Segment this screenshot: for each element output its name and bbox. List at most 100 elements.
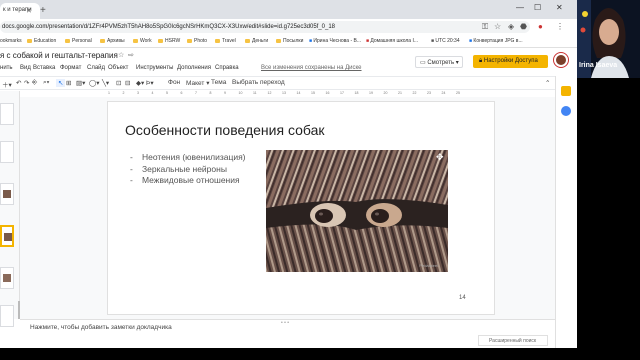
close-icon[interactable]: ✕ (26, 7, 32, 15)
image-icon[interactable]: ▨▾ (76, 79, 85, 87)
ruler-tick: 13 (282, 91, 286, 95)
document-title[interactable]: я с собакой и гештальт-терапия (0, 51, 118, 60)
bookmark-folder[interactable]: Деньги (245, 38, 268, 44)
menu-slide[interactable]: Слайд (87, 65, 105, 71)
move-cursor-icon: ✥ (436, 152, 444, 162)
profile-icon[interactable]: ● (538, 22, 543, 31)
resize-handle-icon[interactable]: • • • (281, 320, 289, 326)
zoom-icon[interactable]: ⌕▾ (43, 79, 49, 87)
bookmark-folder[interactable]: HSRW (158, 38, 180, 44)
folder-icon (276, 38, 281, 43)
slide-title[interactable]: Особенности поведения собак (125, 122, 325, 138)
maximize-icon[interactable]: ☐ (534, 3, 541, 12)
bookmark-folder[interactable]: Travel (215, 38, 236, 44)
share-button[interactable]: 🔒︎ Настройки Доступа (473, 55, 548, 68)
extension-icon[interactable]: ⬣ (520, 22, 527, 31)
minimize-icon[interactable]: — (516, 3, 524, 12)
slide-thumbnail[interactable] (0, 305, 14, 327)
bookmark-folder[interactable]: Personal (65, 38, 92, 44)
ruler-tick: 18 (354, 91, 359, 95)
bookmark-item[interactable]: ■ UTC 20:34 (431, 38, 460, 44)
theme-button[interactable]: Тема (211, 79, 226, 86)
paint-format-icon[interactable]: ⎆ (32, 79, 37, 87)
select-icon[interactable]: ↖ (56, 79, 66, 87)
redo-icon[interactable]: ↷ (24, 79, 29, 87)
textbox-icon[interactable]: ⊞ (66, 79, 71, 87)
bookmark-item[interactable]: ookmarks (0, 38, 22, 44)
bookmark-folder[interactable]: Education (27, 38, 56, 44)
shield-icon[interactable]: ◈ (508, 22, 514, 31)
side-panel (555, 76, 577, 348)
ruler-tick: 14 (296, 91, 301, 95)
bookmark-item[interactable]: ■ Конвертация JPG в... (469, 38, 523, 44)
folder-icon (158, 38, 163, 43)
present-button[interactable]: ▭ Смотреть ▾ (415, 56, 463, 68)
ruler-tick: 4 (151, 91, 154, 95)
ruler-tick: 11 (253, 91, 257, 95)
ruler-tick: 21 (398, 91, 402, 95)
ruler-tick: 8 (209, 91, 212, 95)
ruler-tick: 22 (412, 91, 417, 95)
bookmarks-bar: ookmarks Education Personal Архивы Work … (0, 35, 577, 48)
collapse-icon[interactable]: ⌃ (545, 79, 550, 87)
undo-icon[interactable]: ↶ (16, 79, 21, 87)
ruler-tick: 15 (311, 91, 315, 95)
bullet-list[interactable]: Неотения (ювенилизация) Зеркальные нейро… (130, 152, 246, 187)
folder-icon (100, 38, 105, 43)
comment-icon[interactable]: ⊡ (116, 79, 121, 87)
key-icon[interactable]: ⚿ (482, 22, 488, 32)
slide-thumbnail[interactable] (0, 267, 14, 289)
transition-button[interactable]: Выбрать переход (232, 79, 285, 86)
star-icon[interactable]: ☆ (494, 22, 501, 31)
keep-icon[interactable] (561, 86, 571, 96)
slide[interactable]: Особенности поведения собак Неотения (юв… (108, 102, 494, 314)
menu-format[interactable]: Формат (60, 65, 81, 71)
save-status[interactable]: Все изменения сохранены на Диске (261, 65, 362, 71)
background-icon[interactable]: ⊟ (125, 79, 130, 87)
tab-strip: к и терапи ✕ + — ☐ ✕ (0, 0, 577, 19)
bookmark-item[interactable]: ■ Ирина Чеснова - В... (309, 38, 361, 44)
layout-button[interactable]: Макет ▾ (186, 79, 209, 87)
menu-file[interactable]: нить (0, 65, 13, 71)
new-tab-icon[interactable]: + (40, 5, 46, 16)
menu-addons[interactable]: Дополнения (177, 65, 211, 71)
account-avatar[interactable] (554, 53, 568, 67)
bookmark-item[interactable]: ■ Домашняя школа I... (366, 38, 418, 44)
ruler-tick: 20 (383, 91, 388, 95)
folder-icon (27, 38, 32, 43)
address-bar[interactable]: docs.google.com/presentation/d/1ZFr4PVM5… (0, 21, 530, 33)
speaker-notes[interactable]: • • • Нажмите, чтобы добавить заметки до… (20, 319, 555, 348)
bookmark-folder[interactable]: Посылки (276, 38, 303, 44)
bookmark-folder[interactable]: Work (133, 38, 152, 44)
menu-object[interactable]: Объект (108, 65, 128, 71)
paint-bucket-icon[interactable]: ◆▾ (136, 79, 144, 87)
browser-tab[interactable]: к и терапи ✕ (0, 3, 40, 19)
explore-button[interactable]: Расширенный поиск (478, 335, 548, 346)
slide-thumbnail[interactable] (0, 183, 14, 205)
bullet-item: Неотения (ювенилизация) (130, 152, 246, 164)
tasks-icon[interactable] (561, 106, 571, 116)
bookmark-folder[interactable]: Архивы (100, 38, 125, 44)
screen: к и терапи ✕ + — ☐ ✕ docs.google.com/pre… (0, 0, 640, 360)
text-color-icon[interactable]: Ϸ▾ (146, 79, 154, 87)
more-menu-icon[interactable]: ⋮ (556, 22, 564, 31)
menu-insert[interactable]: Вставка (33, 65, 55, 71)
window-close-icon[interactable]: ✕ (556, 3, 563, 12)
slide-thumbnail[interactable] (0, 141, 14, 163)
menu-tools[interactable]: Инструменты (136, 65, 173, 71)
dog-photo[interactable]: Pedalsteel (266, 150, 448, 272)
move-to-folder-icon[interactable]: ⇨ (128, 51, 134, 59)
menu-help[interactable]: Справка (215, 65, 239, 71)
line-icon[interactable]: ╲▾ (102, 79, 109, 87)
new-slide-icon[interactable]: ＋▾ (2, 79, 12, 89)
ruler-tick: 7 (195, 91, 197, 95)
background-button[interactable]: Фон (168, 79, 180, 86)
shape-icon[interactable]: ◯▾ (89, 79, 100, 87)
menu-edit[interactable]: Вид (20, 65, 31, 71)
star-icon[interactable]: ☆ (118, 51, 124, 59)
bookmark-folder[interactable]: Photo (187, 38, 207, 44)
thumbnail-image (3, 190, 11, 198)
slide-thumbnail-selected[interactable] (0, 225, 14, 247)
dog-under-blanket-image (266, 150, 448, 272)
slide-thumbnail[interactable] (0, 103, 14, 125)
